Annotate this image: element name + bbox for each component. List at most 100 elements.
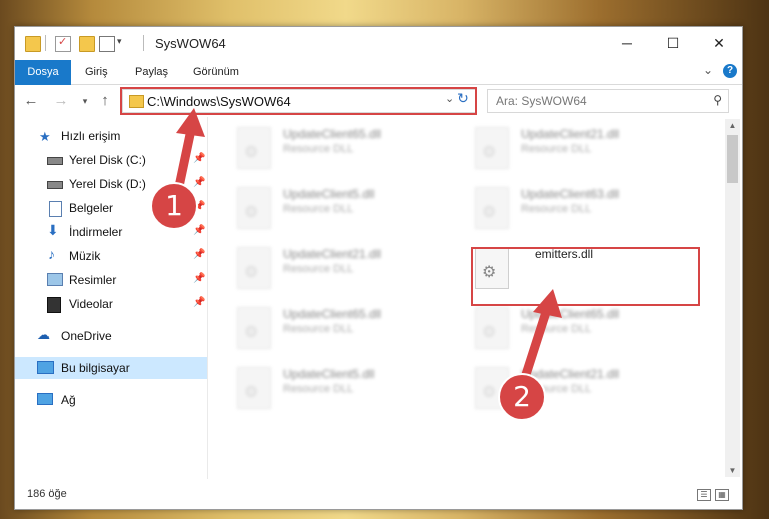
list-item[interactable]: ⚙ UpdateClient63.dll Resource DLL — [449, 183, 679, 235]
nav-item-label: Ağ — [61, 393, 76, 407]
cloud-icon: ☁ — [37, 327, 50, 342]
separator — [143, 35, 144, 51]
properties-icon[interactable]: ✓ — [55, 36, 71, 52]
nav-item-label: Bu bilgisayar — [61, 361, 130, 375]
pin-icon[interactable]: 📌 — [193, 153, 205, 164]
list-item[interactable]: ⚙ UpdateClient21.dll Resource DLL — [211, 243, 441, 295]
file-type: Resource DLL — [283, 203, 354, 215]
drive-icon — [47, 157, 63, 165]
pin-icon[interactable]: 📌 — [193, 177, 205, 188]
tab-view[interactable]: Görünüm — [193, 60, 239, 84]
nav-item-label: Resimler — [69, 273, 117, 287]
scroll-thumb[interactable] — [727, 135, 738, 183]
nav-item-label: Hızlı erişim — [61, 129, 121, 143]
nav-item-videos[interactable]: Videolar 📌 — [15, 293, 207, 315]
dll-file-icon: ⚙ — [237, 187, 271, 229]
status-bar: 186 öğe ☰ ▦ — [15, 483, 742, 507]
nav-item-network[interactable]: Ağ — [15, 389, 207, 411]
nav-item-drive-c[interactable]: Yerel Disk (C:) 📌 — [15, 149, 207, 171]
ribbon-expand-icon[interactable]: ⌄ — [703, 63, 713, 77]
pin-icon[interactable]: 📌 — [193, 249, 205, 260]
list-item[interactable]: ⚙ UpdateClient5.dll Resource DLL — [211, 183, 441, 235]
nav-item-label: Müzik — [69, 249, 101, 263]
download-icon: ⬇ — [47, 222, 59, 238]
dll-file-icon: ⚙ — [237, 367, 271, 409]
navigation-pane: ★ Hızlı erişim Yerel Disk (C:) 📌 Yerel D… — [15, 123, 207, 477]
pin-icon[interactable]: 📌 — [193, 225, 205, 236]
file-name: UpdateClient5.dll — [283, 367, 375, 381]
title-bar: ✓ ▾ SysWOW64 ─ ☐ ✕ — [15, 27, 742, 60]
file-name: UpdateClient21.dll — [283, 247, 382, 261]
close-button[interactable]: ✕ — [696, 27, 742, 60]
pin-icon[interactable]: 📌 — [193, 273, 205, 284]
new-folder-icon[interactable] — [79, 36, 95, 52]
file-highlight-box — [471, 247, 700, 306]
list-item[interactable]: ⚙ UpdateClient21.dll Resource DLL — [449, 123, 679, 175]
item-count: 186 öğe — [27, 488, 67, 500]
recent-chevron-icon[interactable]: ▾ — [75, 91, 95, 111]
nav-item-label: Yerel Disk (D:) — [69, 177, 146, 191]
pin-icon[interactable]: 📌 — [193, 297, 205, 308]
step-2-badge: 2 — [498, 373, 546, 421]
list-item[interactable]: ⚙ UpdateClient21.dll Resource DLL — [449, 363, 679, 415]
nav-item-this-pc[interactable]: Bu bilgisayar — [15, 357, 207, 379]
file-type: Resource DLL — [283, 143, 354, 155]
list-item[interactable]: ⚙ UpdateClient65.dll Resource DLL — [449, 303, 679, 355]
tab-home[interactable]: Giriş — [85, 60, 108, 84]
pane-divider[interactable] — [207, 117, 208, 479]
up-arrow-icon[interactable]: ↑ — [95, 91, 115, 111]
tab-share[interactable]: Paylaş — [135, 60, 168, 84]
search-input[interactable]: Ara: SysWOW64 ⚲ — [487, 89, 729, 113]
nav-item-label: Yerel Disk (C:) — [69, 153, 146, 167]
dll-file-icon: ⚙ — [237, 307, 271, 349]
pictures-icon — [47, 273, 63, 286]
nav-item-music[interactable]: ♪ Müzik 📌 — [15, 245, 207, 267]
documents-icon — [49, 201, 62, 217]
computer-icon — [37, 361, 54, 374]
file-name: UpdateClient65.dll — [521, 307, 620, 321]
dll-file-icon: ⚙ — [475, 127, 509, 169]
file-name: UpdateClient21.dll — [521, 127, 620, 141]
vertical-scrollbar[interactable]: ▲ ▼ — [725, 119, 740, 477]
dll-file-icon: ⚙ — [475, 307, 509, 349]
separator — [45, 35, 46, 51]
nav-item-onedrive[interactable]: ☁ OneDrive — [15, 325, 207, 347]
nav-item-label: İndirmeler — [69, 225, 123, 239]
explorer-window: ✓ ▾ SysWOW64 ─ ☐ ✕ Dosya Giriş Paylaş Gö… — [14, 26, 743, 510]
help-icon[interactable]: ? — [723, 64, 737, 78]
ribbon: Dosya Giriş Paylaş Görünüm ⌄ ? — [15, 60, 742, 112]
folder-icon — [25, 36, 41, 52]
list-item[interactable]: ⚙ UpdateClient65.dll Resource DLL — [211, 123, 441, 175]
dll-file-icon: ⚙ — [237, 247, 271, 289]
chevron-down-icon[interactable]: ▾ — [117, 36, 122, 47]
list-item[interactable]: ⚙ UpdateClient5.dll Resource DLL — [211, 363, 441, 415]
file-name: UpdateClient65.dll — [283, 307, 382, 321]
search-placeholder: Ara: SysWOW64 — [496, 94, 587, 108]
back-arrow-icon[interactable]: ← — [21, 91, 41, 111]
star-icon: ★ — [39, 129, 51, 144]
maximize-button[interactable]: ☐ — [650, 27, 696, 60]
file-list: ⚙ UpdateClient65.dll Resource DLL ⚙ Upda… — [211, 119, 723, 477]
file-type: Resource DLL — [521, 323, 592, 335]
minimize-button[interactable]: ─ — [604, 27, 650, 60]
forward-arrow-icon[interactable]: → — [51, 91, 71, 111]
nav-item-pictures[interactable]: Resimler 📌 — [15, 269, 207, 291]
customize-icon[interactable] — [99, 36, 115, 52]
search-icon[interactable]: ⚲ — [713, 93, 722, 107]
nav-item-label: Belgeler — [69, 201, 114, 215]
step-1-badge: 1 — [150, 182, 198, 230]
nav-item-quick-access[interactable]: ★ Hızlı erişim — [15, 125, 207, 147]
nav-item-label: OneDrive — [61, 329, 112, 343]
videos-icon — [47, 297, 61, 313]
file-type: Resource DLL — [521, 143, 592, 155]
scroll-down-icon[interactable]: ▼ — [725, 466, 740, 475]
address-row: ← → ▾ ↑ C:\Windows\SysWOW64 ⌄ ↻ Ara: Sys… — [15, 85, 742, 117]
dll-file-icon: ⚙ — [475, 187, 509, 229]
file-type: Resource DLL — [283, 323, 354, 335]
large-icons-view-icon[interactable]: ▦ — [715, 489, 729, 501]
list-item[interactable]: ⚙ UpdateClient65.dll Resource DLL — [211, 303, 441, 355]
dll-file-icon: ⚙ — [237, 127, 271, 169]
scroll-up-icon[interactable]: ▲ — [725, 121, 740, 130]
details-view-icon[interactable]: ☰ — [697, 489, 711, 501]
network-icon — [37, 393, 53, 405]
